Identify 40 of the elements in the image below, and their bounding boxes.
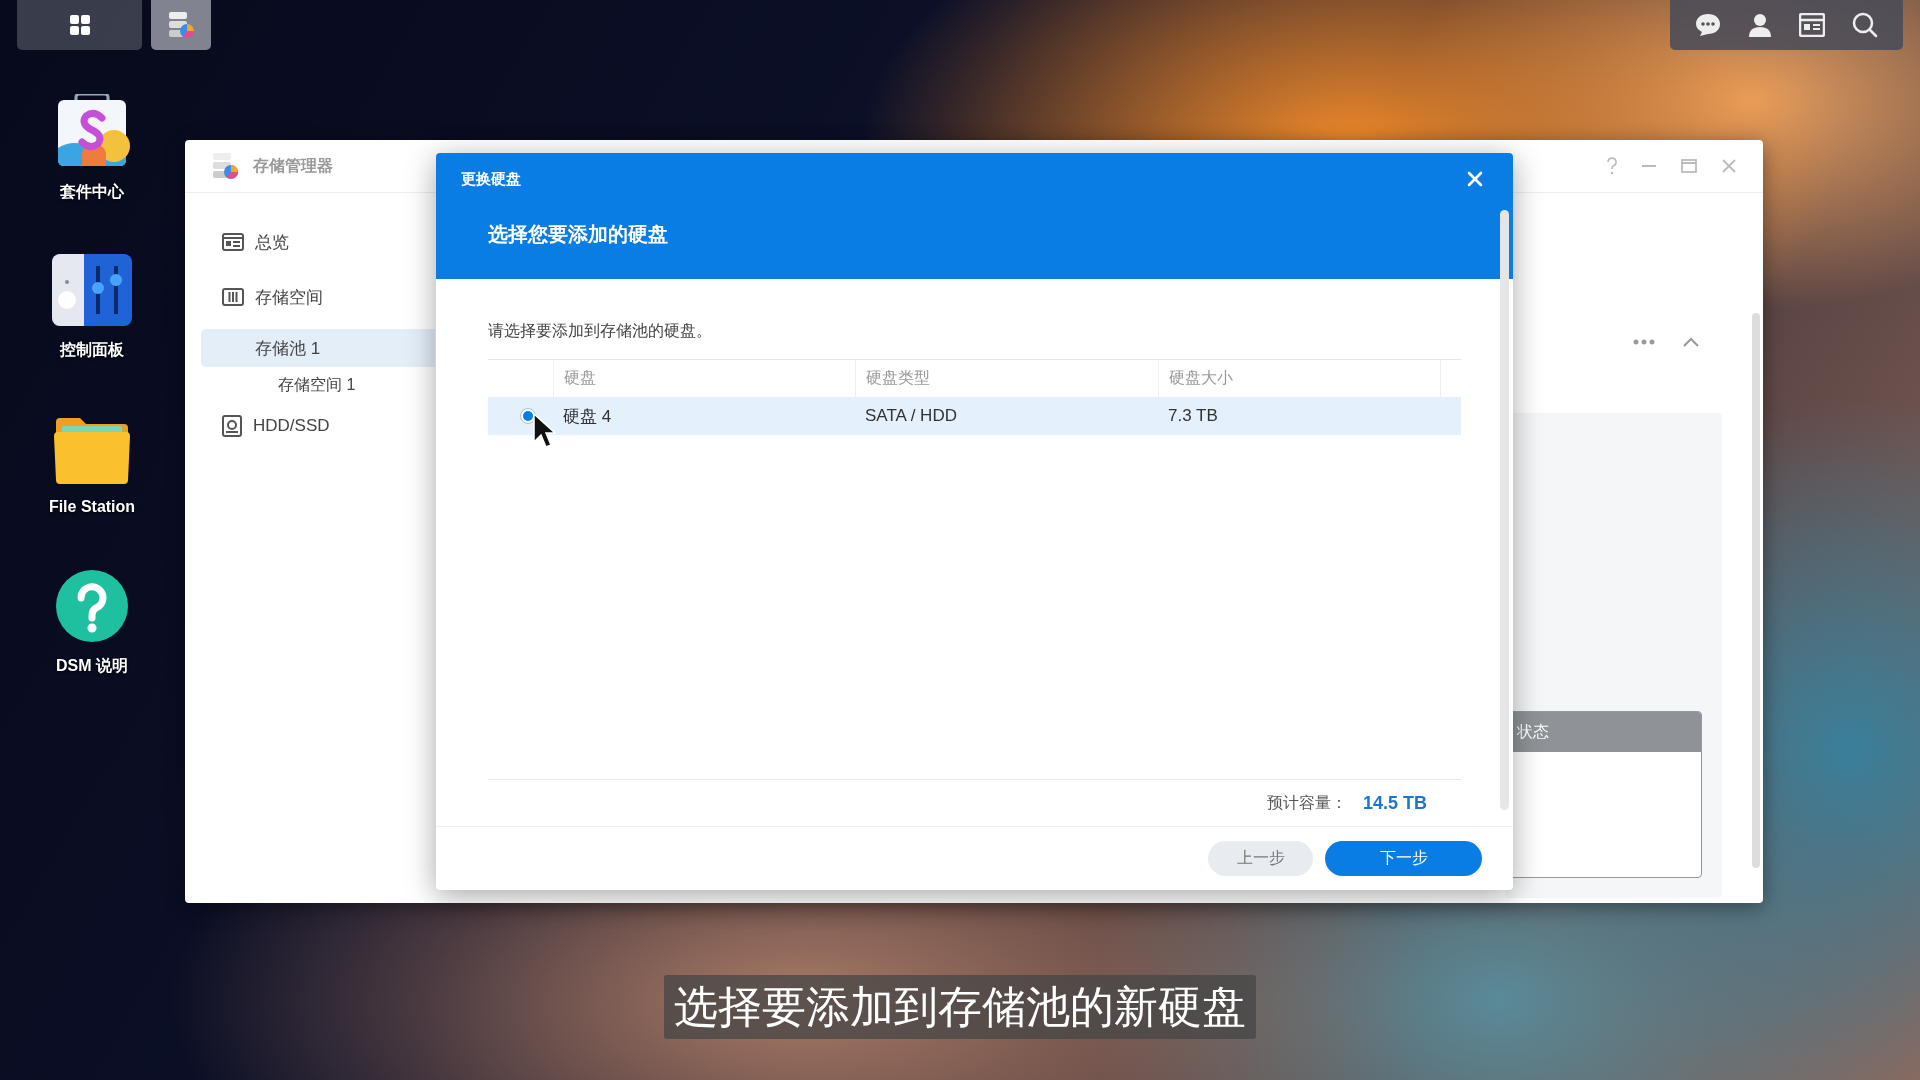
sidebar-item[interactable]: 存储空间 [201,274,435,320]
capacity-value: 14.5 TB [1362,792,1427,814]
overview-icon [222,233,244,251]
table-cell: 硬盘 4 [553,397,855,435]
next-button[interactable]: 下一步 [1325,841,1482,876]
desktop-icon-label[interactable]: DSM 说明 [56,656,128,677]
sidebar-item[interactable]: HDD/SSD [201,403,435,449]
table-cell: 7.3 TB [1158,397,1440,435]
more-icon[interactable] [1633,339,1655,345]
desktop-icon-label[interactable]: 套件中心 [60,182,124,203]
scrollbar[interactable] [1752,313,1760,868]
help-icon[interactable] [54,568,130,644]
folder-icon[interactable] [52,416,132,486]
desktop-icon-label[interactable]: File Station [48,498,136,516]
dialog-title: 更换硬盘 [461,169,521,189]
dialog-heading: 选择您要添加的硬盘 [488,221,668,247]
table-cell: SATA / HDD [855,397,1158,435]
sidebar-item[interactable]: 存储池 1 [201,329,435,367]
database-chart-icon[interactable] [167,10,195,40]
chevron-up-icon[interactable] [1683,337,1699,347]
user-icon[interactable] [1748,13,1773,37]
grid-icon[interactable] [68,14,91,36]
database-chart-icon[interactable] [211,151,239,181]
search-icon[interactable] [1851,12,1878,38]
taskbar-button[interactable] [17,0,142,50]
storage-icon [222,288,244,306]
instruction-text: 请选择要添加到存储池的硬盘。 [488,321,713,341]
scrollbar[interactable] [1500,210,1509,810]
widget-panel-icon[interactable] [1798,13,1825,37]
video-subtitle: 选择要添加到存储池的新硬盘 [664,975,1256,1039]
sidebar-item[interactable]: 总览 [201,219,435,265]
back-button[interactable]: 上一步 [1208,841,1313,876]
control-panel-icon[interactable] [50,252,134,328]
chat-bubble-icon[interactable] [1695,13,1722,37]
capacity-label: 预计容量： [1266,792,1347,813]
close-icon[interactable] [1467,171,1483,187]
sidebar-item[interactable]: 存储空间 1 [201,367,435,403]
window-title: 存储管理器 [253,155,334,176]
desktop-icon-label[interactable]: 控制面板 [60,340,124,361]
radio-button[interactable] [520,408,536,424]
